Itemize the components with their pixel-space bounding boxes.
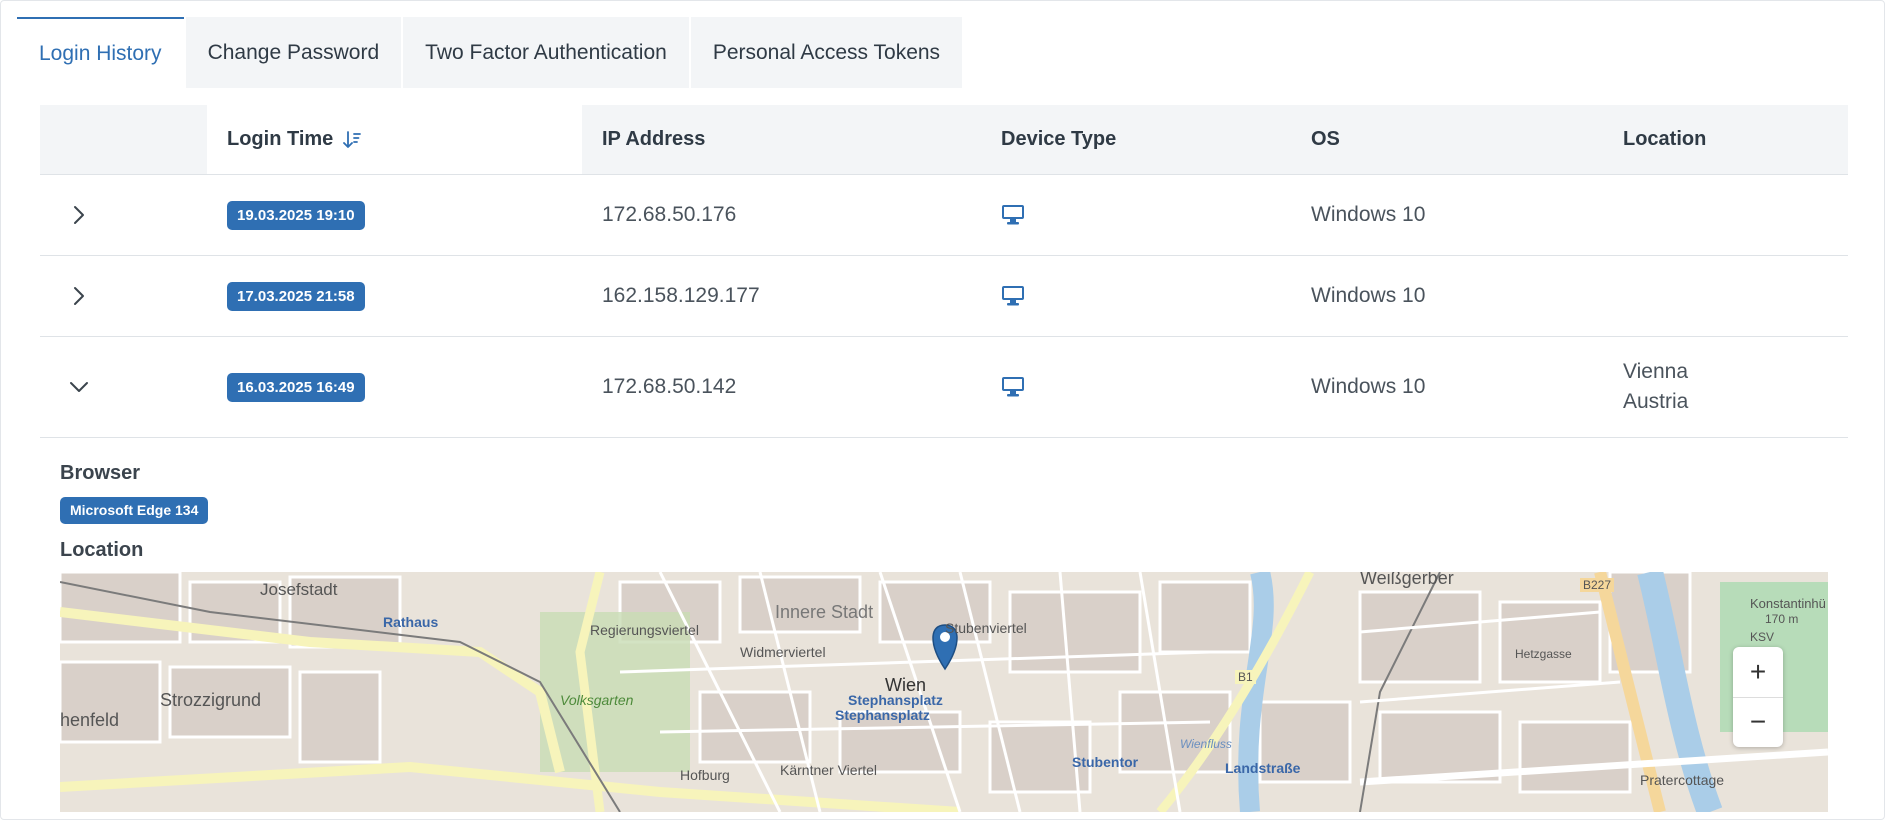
tab-personal-access-tokens[interactable]: Personal Access Tokens bbox=[690, 17, 963, 88]
table-header: Login Time IP Address Device Type OS Loc… bbox=[40, 105, 1848, 175]
zoom-out-button[interactable]: − bbox=[1733, 698, 1783, 748]
header-login-time[interactable]: Login Time bbox=[227, 105, 362, 174]
chevron-right-icon bbox=[74, 287, 84, 305]
login-time-badge: 16.03.2025 16:49 bbox=[227, 372, 365, 402]
map-label: Kärntner Viertel bbox=[780, 762, 878, 778]
location-value: Vienna Austria bbox=[1623, 337, 1688, 437]
ip-address-value: 172.68.50.142 bbox=[602, 375, 737, 398]
ip-address-value: 172.68.50.176 bbox=[602, 203, 737, 226]
desktop-icon bbox=[1001, 337, 1025, 437]
table-row[interactable]: 19.03.2025 19:10 172.68.50.176 Windows 1… bbox=[40, 175, 1848, 256]
map-label: Volksgarten bbox=[560, 692, 634, 708]
location-country: Austria bbox=[1623, 390, 1689, 413]
map-label: Hofburg bbox=[680, 767, 730, 783]
map-label: 170 m bbox=[1765, 612, 1799, 626]
map-label: Strozzigrund bbox=[160, 690, 262, 710]
map-label: henfeld bbox=[60, 710, 120, 730]
zoom-in-button[interactable]: + bbox=[1733, 647, 1783, 698]
chevron-right-icon bbox=[74, 206, 84, 224]
os-value: Windows 10 bbox=[1311, 375, 1426, 398]
map-label: Rathaus bbox=[383, 614, 439, 630]
header-location[interactable]: Location bbox=[1623, 105, 1706, 174]
header-device-type[interactable]: Device Type bbox=[1001, 105, 1116, 174]
map-zoom-control: + − bbox=[1733, 647, 1783, 747]
tab-two-factor-authentication[interactable]: Two Factor Authentication bbox=[403, 17, 689, 88]
map-label: Widmerviertel bbox=[740, 644, 826, 660]
login-time-badge: 17.03.2025 21:58 bbox=[227, 281, 365, 311]
map-label: Hetzgasse bbox=[1515, 647, 1572, 661]
map-label: Landstraße bbox=[1225, 760, 1301, 776]
expand-row-button[interactable] bbox=[68, 256, 90, 336]
header-ip-address[interactable]: IP Address bbox=[602, 105, 705, 174]
login-time-badge: 19.03.2025 19:10 bbox=[227, 200, 365, 230]
ip-address-value: 162.158.129.177 bbox=[602, 284, 760, 307]
expand-row-button[interactable] bbox=[68, 175, 90, 255]
map-tiles[interactable] bbox=[60, 572, 1828, 812]
map-label: Stubentor bbox=[1072, 754, 1139, 770]
map-label: B1 bbox=[1235, 670, 1256, 684]
map-label: Josefstadt bbox=[260, 580, 338, 599]
browser-badge: Microsoft Edge 134 bbox=[60, 497, 209, 524]
map-label: Weißgerber bbox=[1360, 572, 1454, 588]
browser-label: Browser bbox=[60, 462, 141, 484]
location-city: Vienna bbox=[1623, 360, 1689, 383]
location-label: Location bbox=[60, 539, 144, 561]
map-label: Pratercottage bbox=[1640, 772, 1725, 788]
table-row[interactable]: 16.03.2025 16:49 172.68.50.142 Windows 1… bbox=[40, 337, 1848, 438]
header-os[interactable]: OS bbox=[1311, 105, 1340, 174]
tab-bar: Login History Change Password Two Factor… bbox=[17, 17, 964, 88]
location-map[interactable]: Josefstadt Rathaus Regierungsviertel Inn… bbox=[60, 572, 1828, 812]
os-value: Windows 10 bbox=[1311, 284, 1426, 307]
map-label: KSV bbox=[1750, 630, 1775, 644]
tab-change-password[interactable]: Change Password bbox=[185, 17, 402, 88]
header-login-time-label: Login Time bbox=[227, 128, 334, 150]
map-label: Regierungsviertel bbox=[590, 622, 699, 638]
map-label: B227 bbox=[1580, 578, 1615, 592]
desktop-icon bbox=[1001, 175, 1025, 255]
login-history-table: Login Time IP Address Device Type OS Loc… bbox=[40, 105, 1848, 438]
desktop-icon bbox=[1001, 256, 1025, 336]
table-row[interactable]: 17.03.2025 21:58 162.158.129.177 Windows… bbox=[40, 256, 1848, 337]
sort-descending-icon[interactable] bbox=[343, 130, 362, 150]
os-value: Windows 10 bbox=[1311, 203, 1426, 226]
map-label: Stephansplatz bbox=[848, 692, 943, 708]
map-label: Wienfluss bbox=[1180, 737, 1232, 751]
map-label: Stubenviertel bbox=[945, 620, 1027, 636]
chevron-down-icon bbox=[70, 382, 88, 392]
map-label: Konstantinhü bbox=[1750, 596, 1826, 611]
map-label: Stephansplatz bbox=[835, 707, 930, 723]
map-label: Innere Stadt bbox=[775, 602, 874, 622]
collapse-row-button[interactable] bbox=[68, 337, 90, 437]
tab-login-history[interactable]: Login History bbox=[17, 17, 184, 88]
